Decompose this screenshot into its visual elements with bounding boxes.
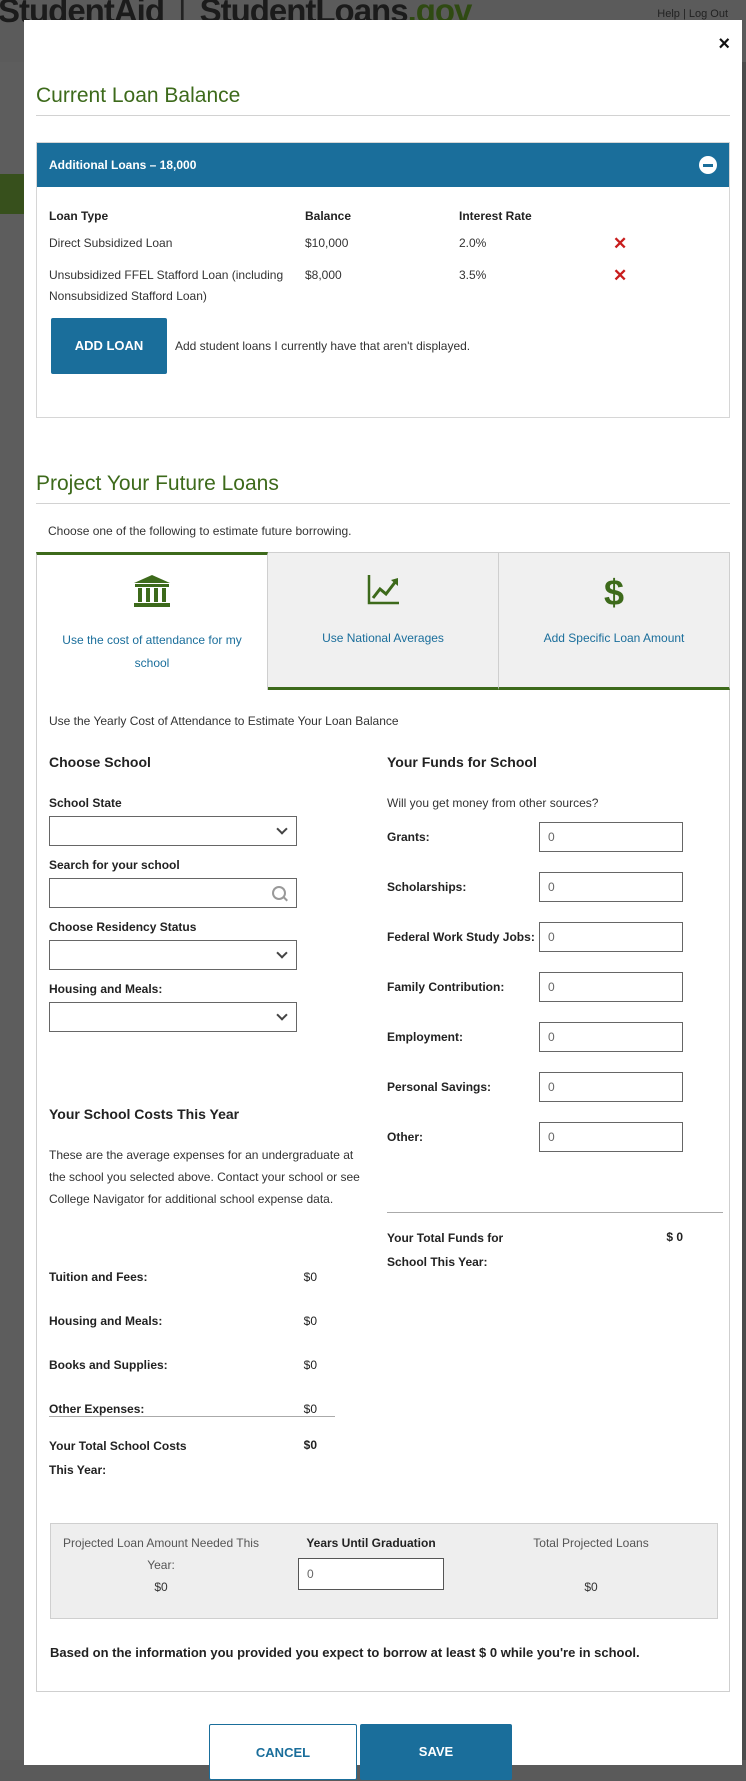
loan-rate-cell: 3.5% <box>459 268 487 282</box>
projection-summary: Projected Loan Amount Needed This Year: … <box>50 1523 718 1619</box>
background-button <box>0 174 24 214</box>
cost-row-value: $0 <box>303 1358 317 1372</box>
cost-row-label: Tuition and Fees: <box>49 1270 148 1284</box>
loan-balance-cell: $10,000 <box>305 236 349 250</box>
years-until-graduation-label: Years Until Graduation <box>306 1536 436 1550</box>
search-school-label: Search for your school <box>49 858 180 872</box>
family-contribution-input[interactable] <box>539 972 683 1002</box>
total-projected-loans-value: $0 <box>584 1580 598 1594</box>
fund-label: Other: <box>387 1130 423 1144</box>
total-costs-value: $0 <box>303 1438 317 1452</box>
housing-meals-select[interactable] <box>49 1002 297 1032</box>
cost-row-label: Other Expenses: <box>49 1402 145 1416</box>
cost-row-label: Books and Supplies: <box>49 1358 168 1372</box>
fund-label: Grants: <box>387 830 430 844</box>
tab-label: Use the cost of attendance for my school <box>62 633 242 670</box>
delete-loan-icon[interactable]: ✕ <box>613 234 627 254</box>
save-button[interactable]: SAVE <box>360 1724 512 1780</box>
search-icon[interactable] <box>272 886 286 900</box>
choose-school-title: Choose School <box>49 754 151 770</box>
background-right-strip <box>742 62 746 1760</box>
fund-label: Family Contribution: <box>387 980 505 994</box>
loan-balance-cell: $8,000 <box>305 268 342 282</box>
school-search-input[interactable] <box>54 879 258 907</box>
close-icon[interactable]: × <box>718 34 730 54</box>
col-header-interest-rate: Interest Rate <box>459 209 532 223</box>
school-costs-title: Your School Costs This Year <box>49 1106 240 1122</box>
collapse-minus-icon[interactable] <box>699 156 717 174</box>
dollar-icon: $ <box>499 571 729 613</box>
panel-intro-text: Use the Yearly Cost of Attendance to Est… <box>49 714 399 728</box>
fund-label: Scholarships: <box>387 880 467 894</box>
fund-label: Federal Work Study Jobs: <box>387 930 535 944</box>
accordion-title: Additional Loans – 18,000 <box>49 158 197 172</box>
projected-loan-value: $0 <box>154 1580 168 1594</box>
cost-row-value: $0 <box>303 1270 317 1284</box>
costs-total-divider <box>49 1416 335 1417</box>
funds-title: Your Funds for School <box>387 754 537 770</box>
fund-label: Personal Savings: <box>387 1080 492 1094</box>
chevron-down-icon <box>276 1009 288 1021</box>
bank-icon <box>37 573 267 613</box>
residency-status-select[interactable] <box>49 940 297 970</box>
tab-label: Use National Averages <box>322 631 444 645</box>
work-study-input[interactable] <box>539 922 683 952</box>
housing-meals-label: Housing and Meals: <box>49 982 163 996</box>
total-projected-loans-label: Total Projected Loans <box>533 1536 649 1550</box>
future-intro-text: Choose one of the following to estimate … <box>48 524 352 538</box>
fund-label: Employment: <box>387 1030 464 1044</box>
school-costs-description: These are the average expenses for an un… <box>49 1148 360 1206</box>
residency-status-label: Choose Residency Status <box>49 920 197 934</box>
chevron-down-icon <box>276 947 288 959</box>
tab-national-averages[interactable]: Use National Averages <box>268 552 499 690</box>
col-header-loan-type: Loan Type <box>49 209 109 223</box>
cancel-button[interactable]: CANCEL <box>209 1724 357 1780</box>
school-state-select[interactable] <box>49 816 297 846</box>
tab-cost-of-attendance[interactable]: Use the cost of attendance for my school <box>36 552 268 690</box>
section-divider <box>36 503 730 504</box>
background-page-strip <box>0 62 24 1760</box>
loan-rate-cell: 2.0% <box>459 236 487 250</box>
personal-savings-input[interactable] <box>539 1072 683 1102</box>
employment-input[interactable] <box>539 1022 683 1052</box>
section-divider <box>36 115 730 116</box>
total-funds-label: Your Total Funds for School This Year: <box>387 1231 504 1269</box>
total-funds-value: $ 0 <box>666 1230 683 1244</box>
years-until-graduation-input[interactable] <box>298 1558 444 1590</box>
borrow-statement: Based on the information you provided yo… <box>50 1645 640 1660</box>
chevron-down-icon <box>276 823 288 835</box>
add-loan-button[interactable]: ADD LOAN <box>51 318 167 374</box>
project-future-loans-title: Project Your Future Loans <box>36 472 279 495</box>
other-funds-input[interactable] <box>539 1122 683 1152</box>
loan-type-cell: Unsubsidized FFEL Stafford Loan (includi… <box>49 268 284 303</box>
total-costs-label: Your Total School Costs This Year: <box>49 1439 187 1477</box>
estimate-method-tabs: Use the cost of attendance for my school… <box>36 552 730 690</box>
repayment-modal: × Current Loan Balance Additional Loans … <box>24 20 742 1780</box>
school-search-box <box>49 878 297 908</box>
scholarships-input[interactable] <box>539 872 683 902</box>
utility-links: Help | Log Out <box>657 8 728 20</box>
trend-chart-icon <box>268 571 498 611</box>
additional-loans-accordion-header[interactable]: Additional Loans – 18,000 <box>37 143 729 187</box>
school-state-label: School State <box>49 796 122 810</box>
funds-question: Will you get money from other sources? <box>387 796 599 810</box>
svg-text:$: $ <box>604 572 624 611</box>
cost-row-value: $0 <box>303 1314 317 1328</box>
loan-type-cell: Direct Subsidized Loan <box>49 236 173 250</box>
current-loans-card: Additional Loans – 18,000 Loan Type Bala… <box>36 142 730 418</box>
cost-row-label: Housing and Meals: <box>49 1314 163 1328</box>
col-header-balance: Balance <box>305 209 352 223</box>
cost-row-value: $0 <box>303 1402 317 1416</box>
add-loan-note: Add student loans I currently have that … <box>175 339 471 353</box>
tab-specific-loan-amount[interactable]: $ Add Specific Loan Amount <box>499 552 730 690</box>
current-loan-balance-title: Current Loan Balance <box>36 84 241 107</box>
tab-label: Add Specific Loan Amount <box>543 631 685 645</box>
delete-loan-icon[interactable]: ✕ <box>613 266 627 286</box>
grants-input[interactable] <box>539 822 683 852</box>
funds-total-divider <box>387 1212 723 1213</box>
projected-loan-label: Projected Loan Amount Needed This Year: <box>63 1536 259 1572</box>
